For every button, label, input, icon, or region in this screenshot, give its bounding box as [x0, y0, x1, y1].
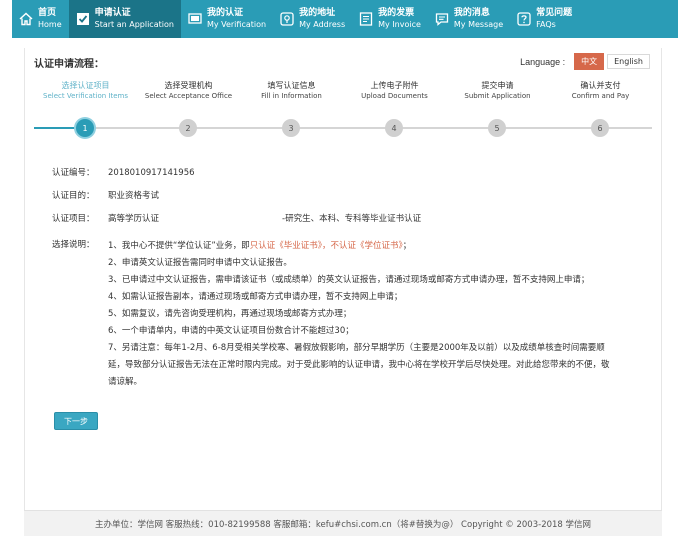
- language-switch: Language : 中文 English: [520, 53, 650, 70]
- nav-faqs-zh: 常见问题: [536, 8, 573, 18]
- home-icon: [19, 12, 33, 26]
- notes-label: 选择说明：: [52, 240, 95, 250]
- info-row-id: 认证编号： 20180109171419​56: [52, 166, 195, 178]
- checkbox-icon: [76, 13, 89, 25]
- nav-my-message[interactable]: 我的消息 My Message: [428, 0, 510, 38]
- step-line-remaining: [86, 127, 652, 129]
- nav-verification-zh: 我的认证: [206, 8, 243, 18]
- step-5-circle: 5: [488, 119, 506, 137]
- step-4: 上传电子附件 Upload Documents 4: [343, 80, 446, 137]
- info-row-project: 认证项目： 高等学历认证: [52, 212, 159, 224]
- note-2: 2、申请英文认证报告需同时申请中文认证报告。: [108, 258, 292, 268]
- note-1: 1、我中心不提供“学位认证”业务，即只认证《毕业证书》，不认证《学位证书》；: [108, 238, 648, 255]
- step-2-circle: 2: [179, 119, 197, 137]
- step-6-zh: 确认并支付: [580, 81, 621, 90]
- step-1: 选择认证项目 Select Verification Items 1: [34, 80, 137, 137]
- nav-invoice-en: My Invoice: [378, 20, 421, 29]
- nav-address-zh: 我的地址: [299, 8, 336, 18]
- step-1-circle: 1: [76, 119, 94, 137]
- location-icon: [280, 12, 294, 26]
- step-6: 确认并支付 Confirm and Pay 6: [549, 80, 652, 137]
- nav-my-verification[interactable]: 我的认证 My Verification: [181, 0, 273, 38]
- purpose-value: 职业资格考试: [108, 191, 160, 201]
- language-label: Language :: [520, 56, 566, 67]
- id-label: 认证编号：: [52, 168, 95, 178]
- message-icon: [435, 13, 449, 26]
- info-row-purpose: 认证目的： 职业资格考试: [52, 189, 159, 201]
- step-3: 填写认证信息 Fill in Information 3: [240, 80, 343, 137]
- note-7c: 请谅解。: [108, 377, 143, 387]
- nav-address-en: My Address: [299, 20, 346, 29]
- step-2: 选择受理机构 Select Acceptance Office 2: [137, 80, 240, 137]
- nav-home[interactable]: 首页 Home: [12, 0, 69, 38]
- step-1-zh: 选择认证项目: [61, 81, 110, 90]
- step-2-zh: 选择受理机构: [164, 81, 213, 90]
- nav-my-address[interactable]: 我的地址 My Address: [273, 0, 352, 38]
- nav-home-en: Home: [38, 20, 62, 29]
- step-5: 提交申请 Submit Application 5: [446, 80, 549, 137]
- monitor-icon: [188, 13, 202, 24]
- step-4-circle: 4: [385, 119, 403, 137]
- step-5-zh: 提交申请: [481, 81, 514, 90]
- nav-invoice-zh: 我的发票: [378, 8, 415, 18]
- nav-verification-en: My Verification: [206, 20, 267, 29]
- step-4-zh: 上传电子附件: [370, 81, 419, 90]
- note-4: 4、如需认证报告副本，请通过现场或邮寄方式申请办理，暂不支持网上申请；: [108, 292, 403, 302]
- top-nav: 首页 Home 申请认证 Start an Application 我的认证 My V…: [12, 0, 678, 38]
- step-6-en: Confirm and Pay: [571, 92, 630, 100]
- next-step-button[interactable]: 下一步: [54, 412, 98, 430]
- nav-message-zh: 我的消息: [453, 8, 490, 18]
- nav-start-en: Start an Application: [94, 20, 174, 29]
- step-2-en: Select Acceptance Office: [144, 92, 233, 100]
- step-1-en: Select Verification Items: [43, 92, 128, 100]
- nav-my-invoice[interactable]: 我的发票 My Invoice: [352, 0, 428, 38]
- step-3-zh: 填写认证信息: [267, 81, 316, 90]
- note-1-end: ；: [402, 241, 412, 251]
- step-3-en: Fill in Information: [261, 92, 322, 100]
- nav-start-zh: 申请认证: [94, 8, 131, 18]
- step-5-en: Submit Application: [464, 92, 531, 100]
- project-note: -研究生、本科、专科等毕业证书认证: [282, 214, 422, 224]
- note-5: 5、如需复议，请先咨询受理机构，再通过现场或邮寄方式办理；: [108, 309, 352, 319]
- nav-faqs-en: FAQs: [536, 20, 556, 29]
- project-value: 高等学历认证: [108, 214, 160, 224]
- nav-faqs[interactable]: 常见问题 FAQs: [510, 0, 579, 38]
- note-3: 3、已申请过中文认证报告，需申请该证书（或成绩单）的英文认证报告，请通过现场或邮…: [108, 275, 590, 285]
- step-6-circle: 6: [591, 119, 609, 137]
- language-zh-button[interactable]: 中文: [574, 53, 605, 70]
- nav-home-zh: 首页: [38, 8, 57, 18]
- id-value: 20180109171419​56: [108, 168, 195, 178]
- question-icon: [517, 12, 531, 26]
- note-7a: 7、另请注意：每年1-2月、6-8月受相关学校寒、暑假放假影响，部分早期学历（主…: [108, 343, 605, 353]
- invoice-icon: [359, 12, 373, 26]
- note-7b: 延，导致部分认证报告无法在正常时限内完成。对于受此影响的认证申请，我中心将在学校…: [108, 360, 610, 370]
- nav-start-application[interactable]: 申请认证 Start an Application: [68, 0, 181, 38]
- process-title: 认证申请流程：: [34, 59, 104, 70]
- project-label: 认证项目：: [52, 214, 95, 224]
- nav-message-en: My Message: [453, 20, 504, 29]
- note-6: 6、一个申请单内，申请的中英文认证项目份数合计不能超过30；: [108, 326, 354, 336]
- language-en-button[interactable]: English: [607, 54, 650, 69]
- step-4-en: Upload Documents: [361, 92, 428, 100]
- purpose-label: 认证目的：: [52, 191, 95, 201]
- notes-list: 1、我中心不提供“学位认证”业务，即只认证《毕业证书》，不认证《学位证书》； 2…: [108, 238, 648, 391]
- note-1-highlight: 只认证《毕业证书》，不认证《学位证书》: [249, 241, 403, 251]
- step-3-circle: 3: [282, 119, 300, 137]
- note-1-text: 1、我中心不提供“学位认证”业务，即: [108, 241, 250, 251]
- footer: 主办单位：学信网 客服热线：010-82199588 客服邮箱：kefu#chs…: [24, 510, 662, 536]
- step-progress: 选择认证项目 Select Verification Items 1 选择受理机…: [34, 80, 652, 140]
